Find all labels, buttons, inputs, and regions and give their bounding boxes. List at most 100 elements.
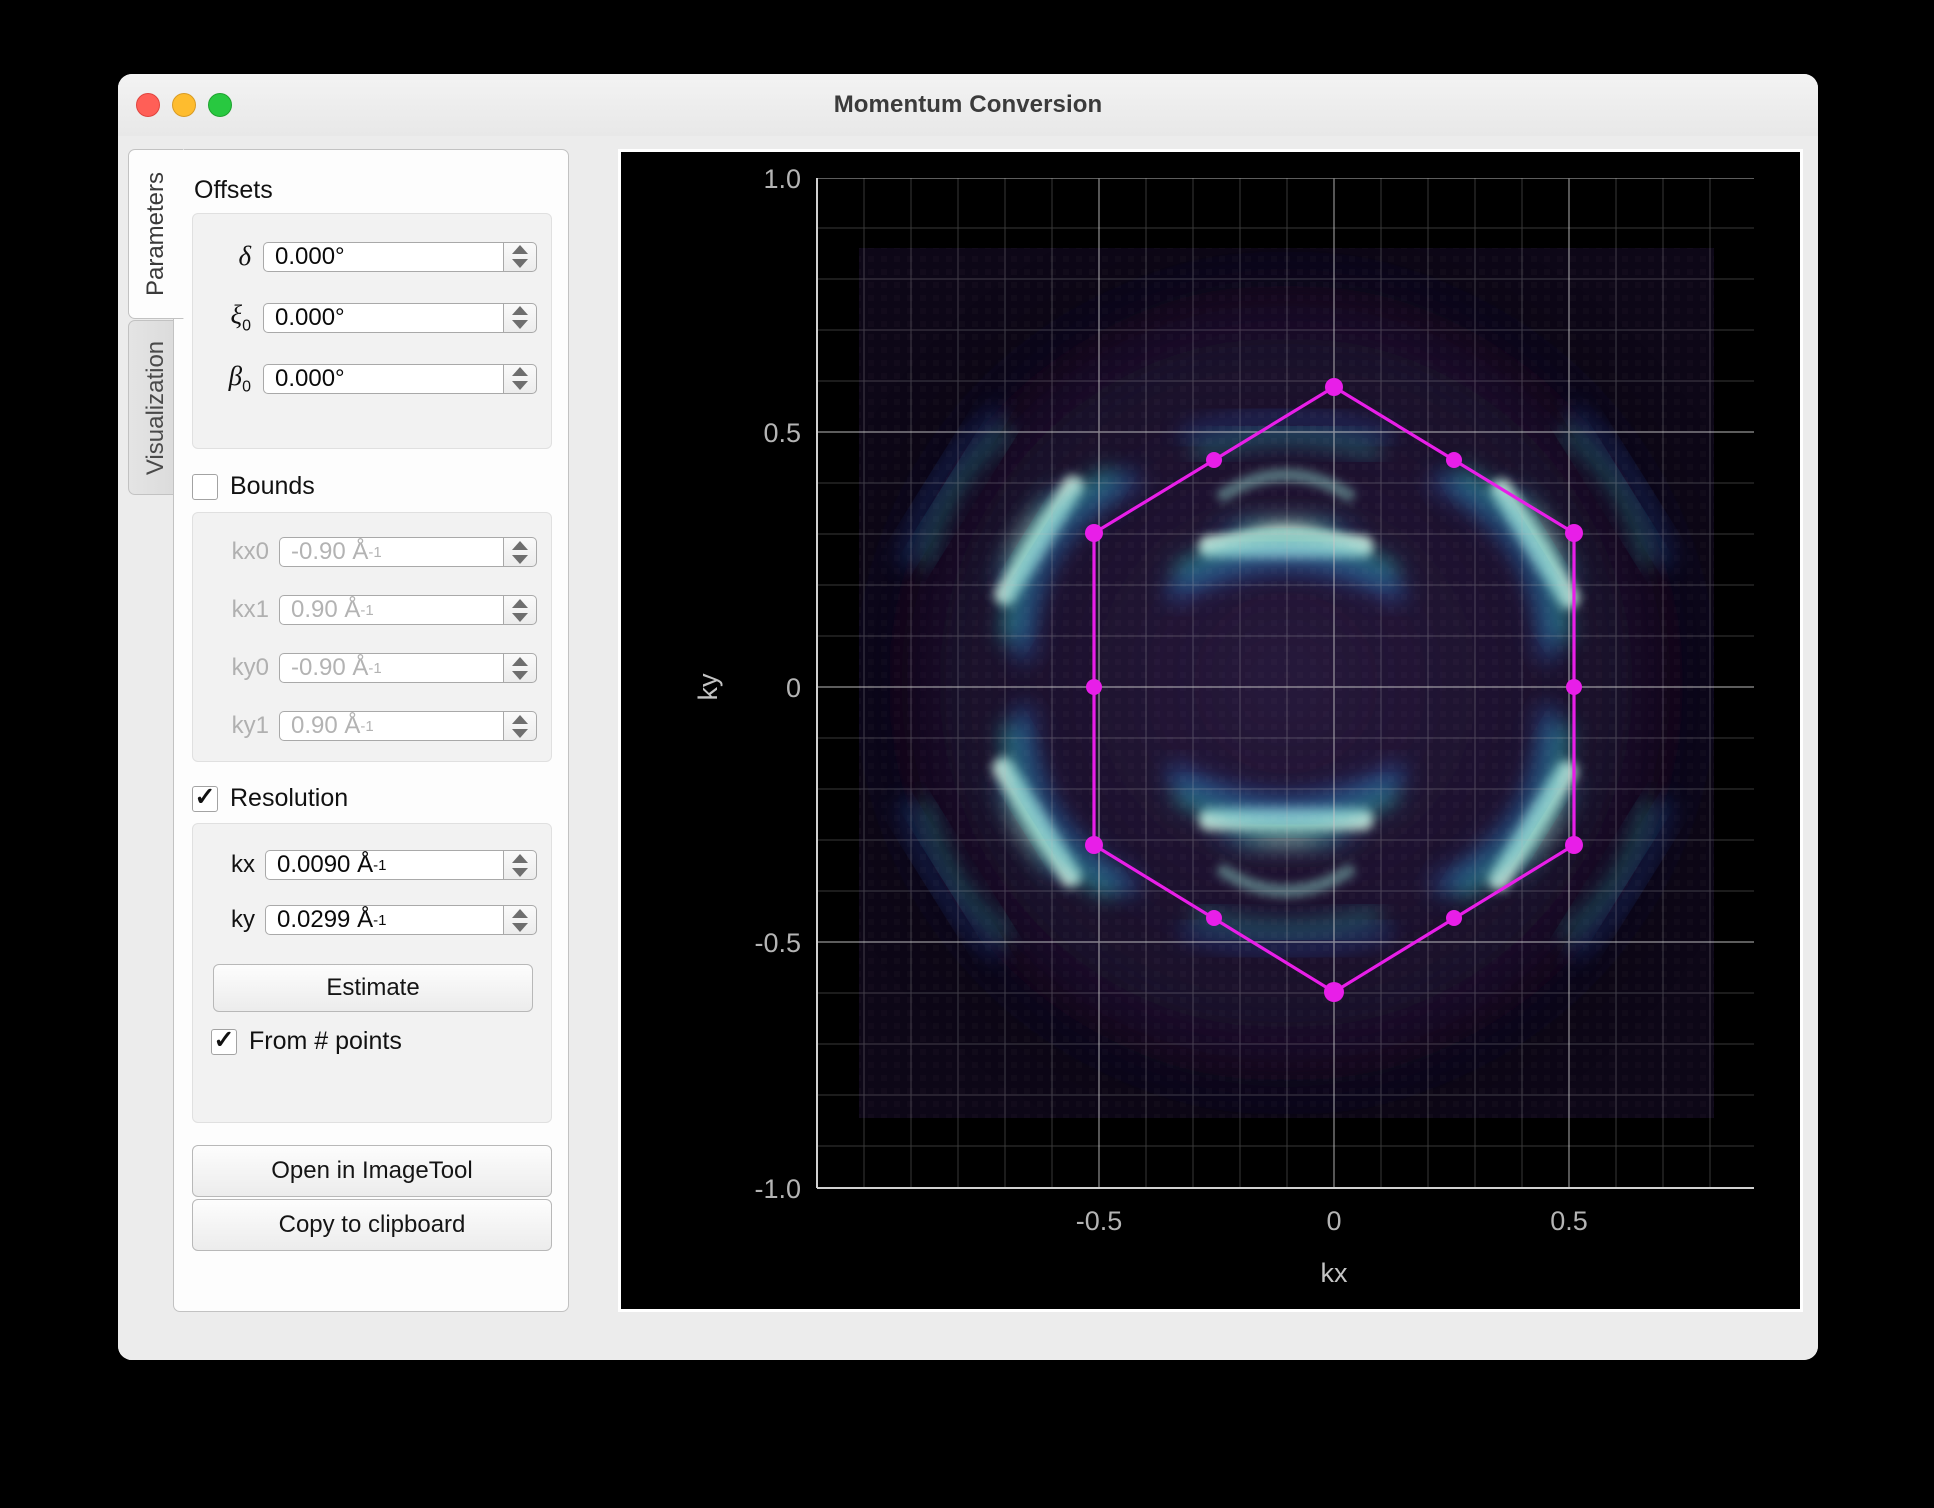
resolution-kx-spinbox[interactable]: 0.0090 Å -1	[265, 850, 537, 880]
from-points-checkbox[interactable]	[211, 1025, 237, 1055]
resolution-kx-row: kx 0.0090 Å -1	[207, 842, 537, 888]
tab-visualization-label: Visualization	[142, 340, 169, 475]
stepper-up-icon[interactable]	[512, 306, 528, 315]
bounds-kx0-input[interactable]: -0.90 Å -1	[279, 537, 503, 567]
xtick-0.5: 0.5	[1550, 1206, 1588, 1236]
stepper-up-icon[interactable]	[512, 656, 528, 666]
offsets-title: Offsets	[194, 176, 273, 204]
offset-delta-input[interactable]: 0.000°	[263, 241, 503, 272]
offset-xi0-stepper[interactable]	[503, 302, 537, 333]
bounds-ky0-value: -0.90 Å	[291, 654, 369, 681]
bounds-label: Bounds	[230, 472, 315, 500]
resolution-ky-label: ky	[231, 906, 255, 933]
stepper-down-icon[interactable]	[512, 320, 528, 329]
from-points-label: From # points	[249, 1027, 402, 1055]
momentum-map-svg: 1.0 0.5 0 -0.5 -1.0 -0.5 0 0.5 kx ky	[621, 152, 1800, 1309]
parameters-panel: Offsets δ 0.000° ξ0 0.000° β0 0.000° Bou…	[173, 149, 569, 1312]
stepper-down-icon[interactable]	[512, 728, 528, 738]
window-content: Parameters Visualization Offsets δ 0.000…	[118, 136, 1818, 1360]
stepper-up-icon[interactable]	[512, 367, 528, 376]
stepper-up-icon[interactable]	[512, 853, 528, 863]
resolution-kx-label: kx	[231, 851, 255, 878]
stepper-up-icon[interactable]	[512, 598, 528, 608]
bounds-ky0-stepper[interactable]	[503, 653, 537, 683]
bz-vertex[interactable]	[1085, 524, 1103, 542]
bz-vertex[interactable]	[1324, 982, 1344, 1002]
copy-to-clipboard-button[interactable]: Copy to clipboard	[192, 1199, 552, 1251]
offset-beta0-symbol: β	[228, 360, 243, 391]
bz-vertex[interactable]	[1086, 679, 1102, 695]
bounds-ky1-spinbox[interactable]: 0.90 Å -1	[279, 711, 537, 741]
resolution-ky-value: 0.0299 Å	[277, 906, 374, 933]
stepper-down-icon[interactable]	[512, 381, 528, 390]
bounds-ky0-exponent: -1	[368, 659, 382, 677]
bounds-kx1-spinbox[interactable]: 0.90 Å -1	[279, 595, 537, 625]
estimate-button[interactable]: Estimate	[213, 964, 533, 1012]
bounds-kx0-exponent: -1	[368, 543, 382, 561]
stepper-down-icon[interactable]	[512, 554, 528, 564]
bz-midpoint[interactable]	[1206, 910, 1222, 926]
offset-beta0-stepper[interactable]	[503, 363, 537, 394]
bounds-kx1-stepper[interactable]	[503, 595, 537, 625]
offset-beta0-spinbox[interactable]: 0.000°	[263, 363, 537, 394]
offset-beta0-subscript: 0	[242, 378, 251, 396]
resolution-ky-stepper[interactable]	[503, 905, 537, 935]
offset-xi0-spinbox[interactable]: 0.000°	[263, 302, 537, 333]
momentum-map-plot[interactable]: 1.0 0.5 0 -0.5 -1.0 -0.5 0 0.5 kx ky	[618, 149, 1803, 1312]
bounds-kx0-value: -0.90 Å	[291, 538, 369, 565]
bz-vertex[interactable]	[1565, 524, 1583, 542]
bz-vertex[interactable]	[1566, 679, 1582, 695]
offset-xi0-input[interactable]: 0.000°	[263, 302, 503, 333]
bounds-kx1-input[interactable]: 0.90 Å -1	[279, 595, 503, 625]
bounds-checkbox[interactable]	[192, 473, 218, 500]
resolution-kx-stepper[interactable]	[503, 850, 537, 880]
tab-parameters[interactable]: Parameters	[128, 149, 184, 319]
bounds-kx0-label: kx0	[231, 538, 269, 565]
bounds-ky1-stepper[interactable]	[503, 711, 537, 741]
window-titlebar[interactable]: Momentum Conversion	[118, 74, 1818, 137]
bounds-kx0-stepper[interactable]	[503, 537, 537, 567]
bz-vertex[interactable]	[1565, 836, 1583, 854]
stepper-up-icon[interactable]	[512, 540, 528, 550]
stepper-down-icon[interactable]	[512, 259, 528, 268]
stepper-up-icon[interactable]	[512, 714, 528, 724]
resolution-kx-input[interactable]: 0.0090 Å -1	[265, 850, 503, 880]
ytick-0: 0	[786, 673, 801, 703]
resolution-kx-value: 0.0090 Å	[277, 851, 374, 878]
bounds-ky0-spinbox[interactable]: -0.90 Å -1	[279, 653, 537, 683]
resolution-ky-spinbox[interactable]: 0.0299 Å -1	[265, 905, 537, 935]
bounds-kx0-row: kx0 -0.90 Å -1	[207, 530, 537, 574]
stepper-up-icon[interactable]	[512, 245, 528, 254]
bz-vertex[interactable]	[1085, 836, 1103, 854]
bz-midpoint[interactable]	[1446, 910, 1462, 926]
open-in-imagetool-button[interactable]: Open in ImageTool	[192, 1145, 552, 1197]
resolution-checkbox-row[interactable]: Resolution	[192, 782, 348, 813]
stepper-down-icon[interactable]	[512, 670, 528, 680]
bounds-ky1-label: ky1	[231, 712, 269, 739]
bz-vertex[interactable]	[1325, 378, 1343, 396]
resolution-ky-input[interactable]: 0.0299 Å -1	[265, 905, 503, 935]
stepper-down-icon[interactable]	[512, 867, 528, 877]
offset-delta-spinbox[interactable]: 0.000°	[263, 241, 537, 272]
bounds-kx0-spinbox[interactable]: -0.90 Å -1	[279, 537, 537, 567]
from-points-checkbox-row[interactable]: From # points	[211, 1025, 402, 1056]
offset-xi0-subscript: 0	[242, 317, 251, 335]
stepper-down-icon[interactable]	[512, 612, 528, 622]
stepper-down-icon[interactable]	[512, 922, 528, 932]
bz-midpoint[interactable]	[1206, 452, 1222, 468]
offsets-group: δ 0.000° ξ0 0.000° β0 0.000°	[192, 213, 552, 449]
bounds-ky0-row: ky0 -0.90 Å -1	[207, 646, 537, 690]
bounds-group: kx0 -0.90 Å -1 kx1 0.90 Å -1 ky0 -0.90 Å…	[192, 512, 552, 762]
bounds-ky1-row: ky1 0.90 Å -1	[207, 704, 537, 748]
bounds-ky1-input[interactable]: 0.90 Å -1	[279, 711, 503, 741]
offset-beta0-input[interactable]: 0.000°	[263, 363, 503, 394]
bounds-ky1-value: 0.90 Å	[291, 712, 361, 739]
stepper-up-icon[interactable]	[512, 908, 528, 918]
offset-delta-stepper[interactable]	[503, 241, 537, 272]
ytick-0.5: 0.5	[763, 418, 801, 448]
resolution-checkbox[interactable]	[192, 782, 218, 812]
bounds-ky0-input[interactable]: -0.90 Å -1	[279, 653, 503, 683]
resolution-ky-row: ky 0.0299 Å -1	[207, 897, 537, 943]
bounds-checkbox-row[interactable]: Bounds	[192, 472, 315, 501]
bz-midpoint[interactable]	[1446, 452, 1462, 468]
